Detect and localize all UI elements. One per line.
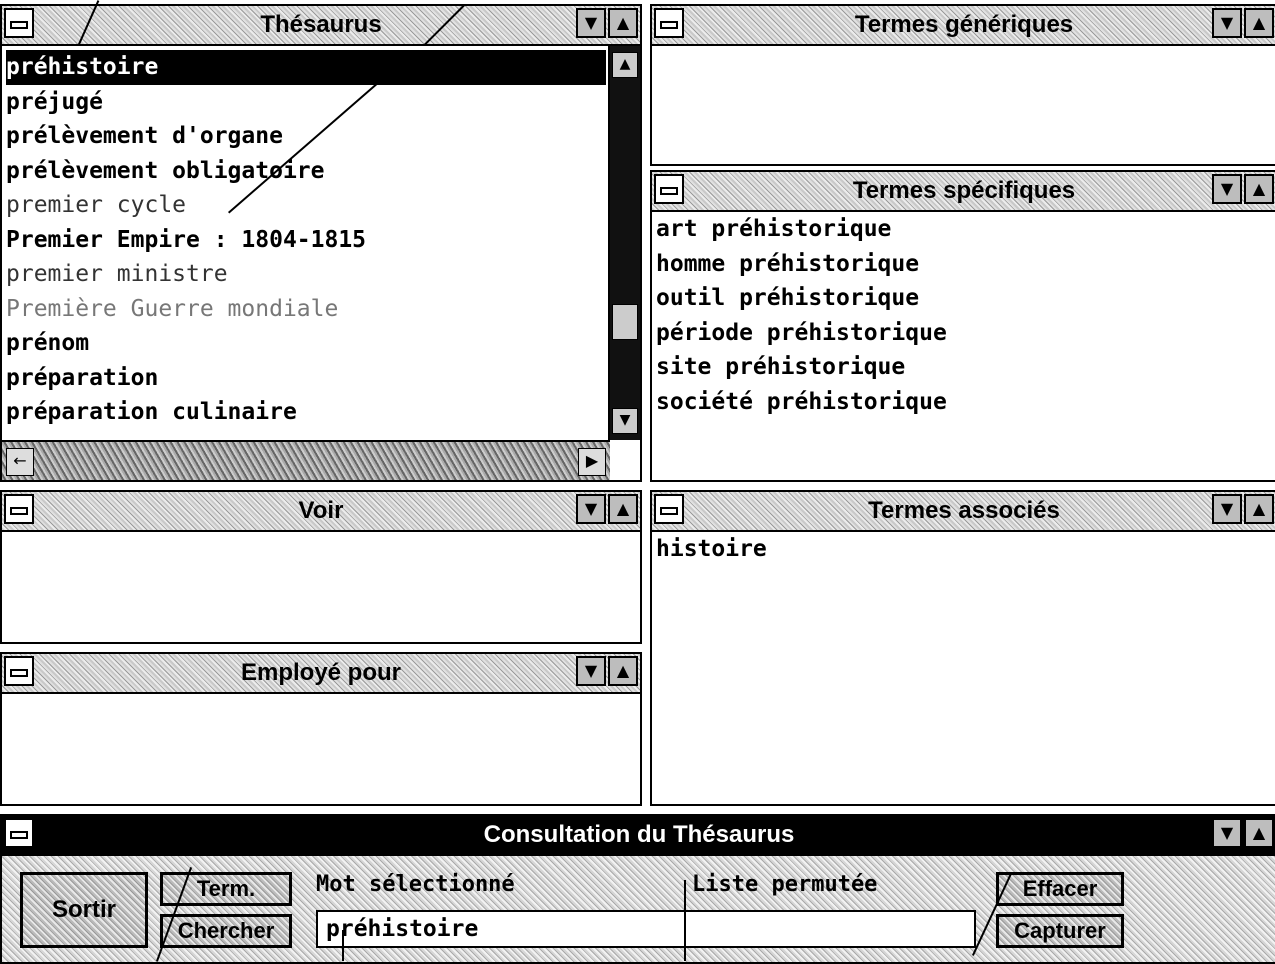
thesaurus-titlebar[interactable]: Thésaurus ▼ ▲ — [2, 6, 640, 46]
voir-titlebar[interactable]: Voir ▼ ▲ — [2, 492, 640, 532]
minimize-icon[interactable]: ▼ — [1212, 818, 1242, 848]
list-item[interactable]: préhistoire — [6, 50, 606, 85]
list-item[interactable]: Premier Empire : 1804-1815 — [6, 223, 606, 258]
associated-title: Termes associés — [868, 497, 1060, 524]
maximize-icon[interactable]: ▲ — [1244, 174, 1274, 204]
capturer-button[interactable]: Capturer — [996, 914, 1124, 948]
minimize-icon[interactable]: ▼ — [576, 494, 606, 524]
specific-list[interactable]: art préhistorique homme préhistorique ou… — [656, 212, 1272, 419]
maximize-icon[interactable]: ▲ — [1244, 494, 1274, 524]
maximize-icon[interactable]: ▲ — [608, 8, 638, 38]
minimize-icon[interactable]: ▼ — [576, 656, 606, 686]
minimize-icon[interactable]: ▼ — [1212, 494, 1242, 524]
maximize-icon[interactable]: ▲ — [608, 494, 638, 524]
maximize-icon[interactable]: ▲ — [608, 656, 638, 686]
list-item[interactable]: préparation culinaire — [6, 395, 606, 430]
list-item[interactable]: histoire — [656, 532, 1272, 567]
thesaurus-title: Thésaurus — [260, 11, 382, 38]
generic-terms-window: Termes génériques ▼ ▲ — [650, 4, 1275, 166]
annotation-line — [684, 880, 686, 961]
list-item[interactable]: période préhistorique — [656, 316, 1272, 351]
minimize-icon[interactable]: ▼ — [576, 8, 606, 38]
associated-terms-window: Termes associés ▼ ▲ histoire — [650, 490, 1275, 806]
voir-title: Voir — [298, 497, 344, 524]
list-item[interactable]: art préhistorique — [656, 212, 1272, 247]
list-item[interactable]: préjugé — [6, 85, 606, 120]
list-item[interactable]: prélèvement d'organe — [6, 119, 606, 154]
list-item[interactable]: outil préhistorique — [656, 281, 1272, 316]
thesaurus-window: Thésaurus ▼ ▲ préhistoire préjugé prélèv… — [0, 4, 642, 482]
maximize-icon[interactable]: ▲ — [1244, 8, 1274, 38]
scroll-right-icon[interactable]: ▶ — [578, 448, 606, 476]
scroll-left-icon[interactable]: ← — [6, 448, 34, 476]
minimize-icon[interactable]: ▼ — [1212, 8, 1242, 38]
specific-terms-window: Termes spécifiques ▼ ▲ art préhistorique… — [650, 170, 1275, 482]
list-item[interactable]: prénom — [6, 326, 606, 361]
list-item[interactable]: prélèvement obligatoire — [6, 154, 606, 189]
associated-list[interactable]: histoire — [656, 532, 1272, 567]
scroll-thumb[interactable] — [612, 304, 638, 340]
chercher-button[interactable]: Chercher — [160, 914, 292, 948]
minimize-icon[interactable]: ▼ — [1212, 174, 1242, 204]
maximize-icon[interactable]: ▲ — [1244, 818, 1274, 848]
horizontal-scrollbar[interactable]: ← ▶ — [2, 440, 610, 480]
thesaurus-list[interactable]: préhistoire préjugé prélèvement d'organe… — [6, 50, 606, 430]
sortir-button[interactable]: Sortir — [20, 872, 148, 948]
voir-window: Voir ▼ ▲ — [0, 490, 642, 644]
associated-titlebar[interactable]: Termes associés ▼ ▲ — [652, 492, 1275, 532]
employe-titlebar[interactable]: Employé pour ▼ ▲ — [2, 654, 640, 694]
liste-permutee-label[interactable]: Liste permutée — [692, 872, 877, 897]
annotation-line — [342, 930, 344, 961]
consultation-window: Consultation du Thésaurus ▼ ▲ Sortir Ter… — [0, 814, 1275, 964]
list-item[interactable]: société préhistorique — [656, 385, 1272, 420]
employe-pour-window: Employé pour ▼ ▲ — [0, 652, 642, 806]
specific-titlebar[interactable]: Termes spécifiques ▼ ▲ — [652, 172, 1275, 212]
list-item[interactable]: Première Guerre mondiale — [6, 292, 606, 327]
scroll-up-icon[interactable]: ▲ — [612, 52, 638, 78]
generic-titlebar[interactable]: Termes génériques ▼ ▲ — [652, 6, 1275, 46]
consultation-title: Consultation du Thésaurus — [483, 821, 795, 848]
list-item[interactable]: premier cycle — [6, 188, 606, 223]
vertical-scrollbar[interactable]: ▲ ▼ — [608, 46, 640, 440]
list-item[interactable]: site préhistorique — [656, 350, 1272, 385]
specific-title: Termes spécifiques — [852, 177, 1076, 204]
list-item[interactable]: préparation — [6, 361, 606, 396]
mot-selectionne-label: Mot sélectionné — [316, 872, 515, 897]
generic-title: Termes génériques — [854, 11, 1074, 38]
consultation-titlebar[interactable]: Consultation du Thésaurus ▼ ▲ — [2, 816, 1275, 856]
mot-selectionne-input[interactable]: préhistoire — [316, 910, 976, 948]
list-item[interactable]: premier ministre — [6, 257, 606, 292]
employe-title: Employé pour — [240, 659, 402, 686]
scroll-down-icon[interactable]: ▼ — [612, 408, 638, 434]
list-item[interactable]: homme préhistorique — [656, 247, 1272, 282]
effacer-button[interactable]: Effacer — [996, 872, 1124, 906]
